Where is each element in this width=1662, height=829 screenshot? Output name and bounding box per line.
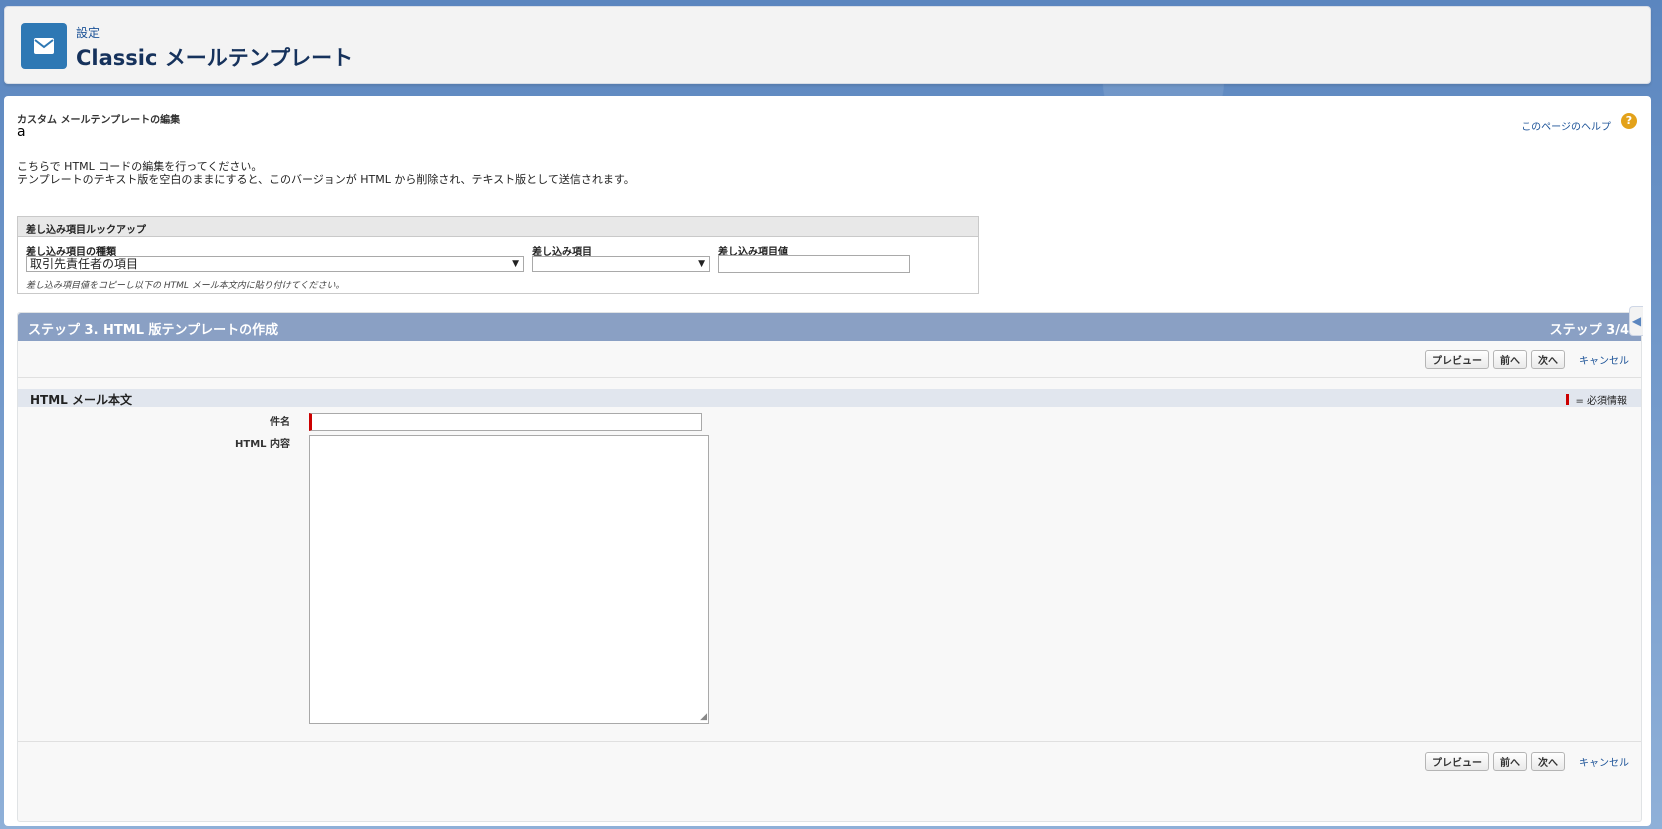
cancel-link[interactable]: キャンセル — [1579, 352, 1629, 367]
step-count: ステップ 3/4 — [1549, 323, 1629, 338]
side-panel-toggle[interactable]: ◀ — [1629, 306, 1643, 336]
preview-button[interactable]: プレビュー — [1425, 349, 1489, 369]
required-info-note: = 必須情報 — [1566, 392, 1627, 407]
merge-type-value: 取引先責任者の項目 — [30, 257, 139, 271]
template-name: a — [17, 124, 26, 140]
breadcrumb-setup[interactable]: 設定 — [76, 24, 100, 41]
next-button[interactable]: 次へ — [1531, 349, 1565, 369]
main-content: カスタム メールテンプレートの編集 a このページのヘルプ ? こちらで HTM… — [4, 96, 1651, 826]
chevron-left-icon: ◀ — [1631, 314, 1642, 328]
help-icon[interactable]: ? — [1621, 113, 1637, 129]
merge-type-select[interactable]: 取引先責任者の項目 ▼ — [26, 256, 524, 272]
dropdown-arrow-icon: ▼ — [698, 259, 705, 269]
page-title: Classic メールテンプレート — [76, 46, 354, 70]
step-panel: ステップ 3. HTML 版テンプレートの作成 ステップ 3/4 プレビュー 前… — [17, 312, 1642, 822]
html-content-label: HTML 内容 — [235, 439, 290, 450]
prev-button[interactable]: 前へ — [1493, 751, 1527, 771]
page-header: 設定 Classic メールテンプレート — [4, 6, 1651, 84]
html-content-textarea[interactable]: ◢ — [309, 435, 709, 724]
merge-field-select[interactable]: ▼ — [532, 256, 710, 272]
top-button-row: プレビュー 前へ 次へ キャンセル — [1423, 349, 1629, 369]
section-title: HTML メール本文 — [30, 393, 132, 407]
merge-field-lookup: 差し込み項目ルックアップ 差し込み項目の種類 取引先責任者の項目 ▼ 差し込み項… — [17, 216, 979, 294]
help-link[interactable]: このページのヘルプ — [1521, 118, 1611, 133]
preview-button[interactable]: プレビュー — [1425, 751, 1489, 771]
divider — [18, 377, 1641, 378]
cancel-link[interactable]: キャンセル — [1579, 754, 1629, 769]
required-info-text: = 必須情報 — [1575, 396, 1627, 407]
edit-template-label: カスタム メールテンプレートの編集 — [17, 115, 181, 126]
merge-lookup-hint: 差し込み項目値をコピーし以下の HTML メール本文内に貼り付けてください。 — [26, 281, 345, 291]
merge-lookup-title: 差し込み項目ルックアップ — [18, 217, 978, 237]
prev-button[interactable]: 前へ — [1493, 349, 1527, 369]
intro-text-line2: テンプレートのテキスト版を空白のままにすると、このバージョンが HTML から削… — [17, 173, 635, 186]
divider — [18, 741, 1641, 742]
resize-grip-icon[interactable]: ◢ — [700, 712, 707, 722]
merge-value-input[interactable] — [718, 255, 910, 273]
step-title-bar: ステップ 3. HTML 版テンプレートの作成 ステップ 3/4 — [18, 313, 1641, 341]
dropdown-arrow-icon: ▼ — [512, 259, 519, 269]
next-button[interactable]: 次へ — [1531, 751, 1565, 771]
required-marker-icon — [1566, 394, 1570, 405]
bottom-button-row: プレビュー 前へ 次へ キャンセル — [1423, 751, 1629, 771]
step-title: ステップ 3. HTML 版テンプレートの作成 — [28, 323, 279, 338]
subject-label: 件名 — [270, 417, 290, 428]
envelope-icon — [21, 23, 67, 69]
section-header: HTML メール本文 = 必須情報 — [18, 389, 1641, 407]
subject-input[interactable] — [309, 413, 702, 431]
